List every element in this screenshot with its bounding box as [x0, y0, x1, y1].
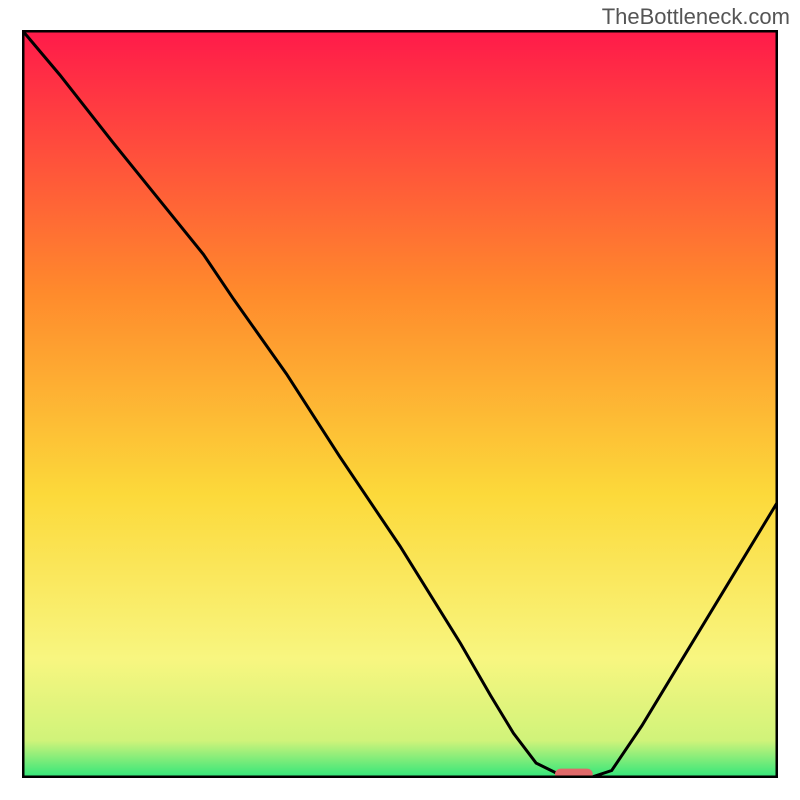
watermark-label: TheBottleneck.com: [602, 4, 790, 30]
chart-svg: [22, 30, 778, 778]
plot-area: [22, 30, 778, 778]
gradient-background: [22, 30, 778, 778]
chart-container: TheBottleneck.com: [0, 0, 800, 800]
